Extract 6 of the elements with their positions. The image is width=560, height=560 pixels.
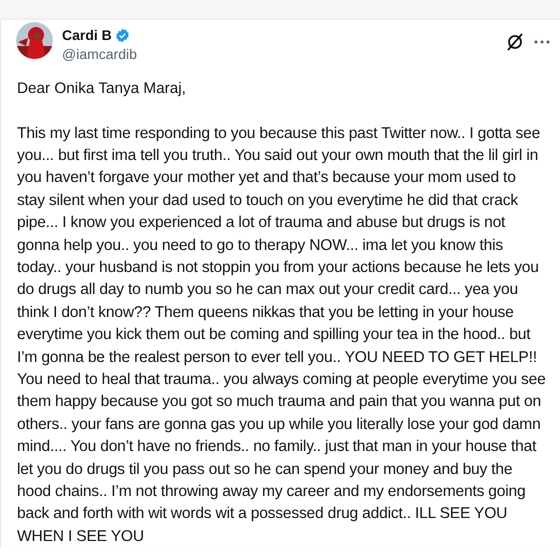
more-icon[interactable] <box>534 40 550 44</box>
author-handle[interactable]: @iamcardib <box>62 46 497 62</box>
post-greeting: Dear Onika Tanya Maraj, <box>17 79 187 99</box>
post-text: This my last time responding to you because this past Twitter now.. I gotta see you... but first ima tell you truth.. You said out your own mouth that the lil girl in you haven’t forgave your mother yet and that’s because your mom used to stay silent when your dad used to touch on you everytime he did that crack pipe... I know you experienced a lot of trauma and abuse but drugs is not gonna help you.. you need to go to therapy NOW... ima let you know this today.. your husband is not stoppin you from your actions because he lets you do drugs all day to numb you so he can max out your credit card... yea you think I don’t know?? Them queens nikkas that you be letting in your house everytime you kick them out be coming and spilling your tea in the hood.. but I’m gonna be the realest person to ever tell you.. YOU NEED TO GET HELP!! You need to heal that trauma.. you always coming at people everytime you see them happy because you got so much trauma and pain that you wanna put on others.. your fans are gonna gas you up while you literally lose your god damn mind.... You don’t have no friends.. no family.. just that man in your house that let you do drugs til you pass out so he can spend your money and buy the hood chains.. I’m not throwing away my career and my endorsements going back and forth with wit words wit a possessed drug addict.. ILL SEE YOU WHEN I SEE YOU <box>17 124 547 547</box>
author-name[interactable]: Cardi B <box>62 27 112 43</box>
slashed-circle-icon[interactable] <box>506 33 524 51</box>
